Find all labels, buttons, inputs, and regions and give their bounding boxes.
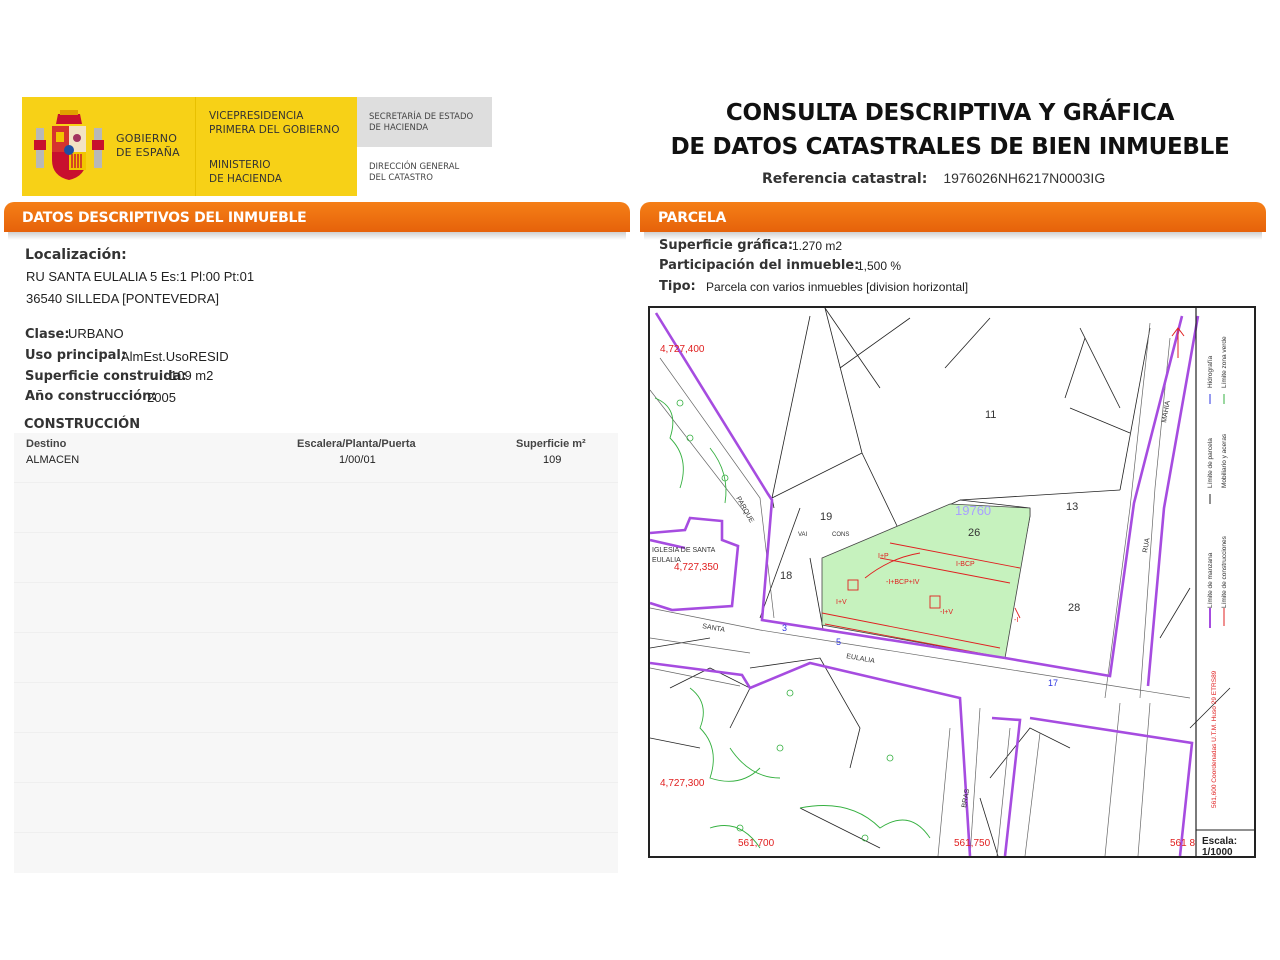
con-label-4: -I+BCP+IV bbox=[886, 579, 920, 586]
clase-label: Clase: bbox=[25, 327, 70, 342]
referencia-catastral: Referencia catastral: 1976026NH6217N0003I… bbox=[762, 170, 1105, 187]
legend-parcela: Límite de parcela bbox=[1207, 438, 1214, 488]
ministerio-label: MINISTERIO DE HACIENDA bbox=[209, 159, 282, 185]
participacion-label: Participación del inmueble: bbox=[659, 258, 860, 273]
legend-construcciones: Límite de construcciones bbox=[1221, 535, 1228, 608]
cadastral-map-svg: 4,727,400 4,727,350 4,727,300 561,700 56… bbox=[650, 308, 1254, 856]
con-label-8: I-BCP bbox=[956, 561, 975, 568]
parcel-ref-label: 19760 bbox=[955, 503, 991, 518]
panel-header: DATOS DESCRIPTIVOS DEL INMUEBLE bbox=[4, 202, 630, 232]
con-label-3: I+P bbox=[878, 553, 889, 560]
banner-divider bbox=[195, 97, 196, 196]
referencia-label: Referencia catastral: bbox=[762, 171, 928, 187]
table-row-superficie: 109 bbox=[543, 454, 562, 466]
church-label-2: EULALIA bbox=[652, 557, 681, 564]
parcel-28: 28 bbox=[1068, 602, 1080, 614]
parcel-18: 18 bbox=[780, 570, 792, 582]
participacion-value: 1,500 % bbox=[857, 259, 902, 273]
direccion-label: DIRECCIÓN GENERAL DEL CATASTRO bbox=[369, 162, 460, 183]
scale-value: 1/1000 bbox=[1202, 847, 1233, 856]
parcel-11: 11 bbox=[985, 409, 996, 421]
tipo-value: Parcela con varios inmuebles [division h… bbox=[706, 280, 969, 294]
con-label-1: VAI bbox=[798, 532, 808, 538]
col-escalera: Escalera/Planta/Puerta bbox=[297, 438, 416, 450]
coord-y3: 4,727,300 bbox=[660, 778, 705, 789]
parcel-13: 13 bbox=[1066, 501, 1078, 513]
panel-shadow bbox=[8, 232, 626, 240]
con-label-7: -I bbox=[1014, 617, 1018, 624]
anio-label: Año construcción: bbox=[25, 389, 157, 404]
panel-header: PARCELA bbox=[640, 202, 1266, 232]
localizacion-label: Localización: bbox=[25, 247, 127, 263]
localizacion-line1: RU SANTA EULALIA 5 Es:1 Pl:00 Pt:01 bbox=[26, 269, 255, 284]
street-parque: PARQUE bbox=[734, 496, 755, 525]
coat-of-arms-logo bbox=[34, 110, 104, 180]
panel-title: PARCELA bbox=[658, 210, 727, 226]
page-title-line1: CONSULTA DESCRIPTIVA Y GRÁFICA bbox=[725, 100, 1175, 126]
col-destino: Destino bbox=[26, 438, 67, 450]
uso-value: AlmEst.UsoRESID bbox=[121, 349, 229, 364]
superficie-label: Superficie construida: bbox=[25, 369, 187, 384]
referencia-value: 1976026NH6217N0003IG bbox=[943, 170, 1106, 186]
parcela-panel: PARCELA bbox=[640, 202, 1266, 242]
map-legend: Límite de manzana Límite de parcela Hidr… bbox=[1207, 336, 1228, 808]
coord-x1: 561,700 bbox=[738, 838, 775, 849]
house-num-3: 3 bbox=[782, 623, 787, 633]
cadastral-map: 4,727,400 4,727,350 4,727,300 561,700 56… bbox=[648, 306, 1256, 858]
street-mahia: MAHIA bbox=[1161, 400, 1172, 423]
con-label-5: I+V bbox=[836, 599, 847, 606]
con-label-2: CONS bbox=[832, 532, 849, 538]
church-label: IGLESIA DE SANTA bbox=[652, 547, 716, 554]
street-eulalia: EULALIA bbox=[846, 653, 876, 665]
tipo-label: Tipo: bbox=[659, 279, 696, 294]
construccion-heading: CONSTRUCCIÓN bbox=[24, 417, 141, 432]
street-santa: SANTA bbox=[702, 623, 726, 634]
superficie-grafica-label: Superficie gráfica: bbox=[659, 238, 794, 253]
superficie-grafica-value: 1.270 m2 bbox=[792, 239, 843, 253]
coord-x2: 561,750 bbox=[954, 838, 991, 849]
con-label-6: -I+V bbox=[940, 609, 953, 616]
superficie-value: 109 m2 bbox=[170, 368, 214, 383]
scale-label: Escala: bbox=[1202, 836, 1237, 847]
coord-y1: 4,727,400 bbox=[660, 344, 705, 355]
legend-mobiliario: Mobiliario y aceras bbox=[1221, 433, 1228, 488]
secretaria-label: SECRETARÍA DE ESTADO DE HACIENDA bbox=[369, 112, 474, 133]
parcel-19: 19 bbox=[820, 511, 832, 523]
legend-coordinates: 561,600 Coordenadas U.T.M. Huso 29 ETRS8… bbox=[1211, 670, 1218, 808]
gobierno-espana-label: GOBIERNO DE ESPAÑA bbox=[116, 132, 180, 159]
clase-value: URBANO bbox=[68, 326, 124, 341]
legend-hidrografia: Hidrografía bbox=[1207, 355, 1214, 388]
vicepresidencia-label: VICEPRESIDENCIA PRIMERA DEL GOBIERNO bbox=[209, 110, 340, 136]
panel-title: DATOS DESCRIPTIVOS DEL INMUEBLE bbox=[22, 210, 307, 226]
col-superficie: Superficie m² bbox=[516, 438, 586, 450]
house-num-17: 17 bbox=[1048, 678, 1058, 688]
parcel-26: 26 bbox=[968, 527, 980, 539]
table-row-destino: ALMACEN bbox=[26, 454, 80, 466]
table-row-escalera: 1/00/01 bbox=[339, 454, 376, 466]
legend-manzana: Límite de manzana bbox=[1207, 552, 1214, 608]
uso-label: Uso principal: bbox=[25, 348, 127, 363]
house-num-5: 5 bbox=[836, 637, 841, 647]
anio-value: 2005 bbox=[147, 390, 176, 405]
localizacion-line2: 36540 SILLEDA [PONTEVEDRA] bbox=[26, 291, 219, 306]
street-bras: BRAS bbox=[961, 788, 971, 808]
legend-zona-verde: Límite zona verde bbox=[1221, 336, 1228, 388]
construccion-table bbox=[14, 433, 618, 873]
coord-x3: 561 8 bbox=[1170, 838, 1195, 849]
page-title-line2: DE DATOS CATASTRALES DE BIEN INMUEBLE bbox=[670, 134, 1230, 160]
